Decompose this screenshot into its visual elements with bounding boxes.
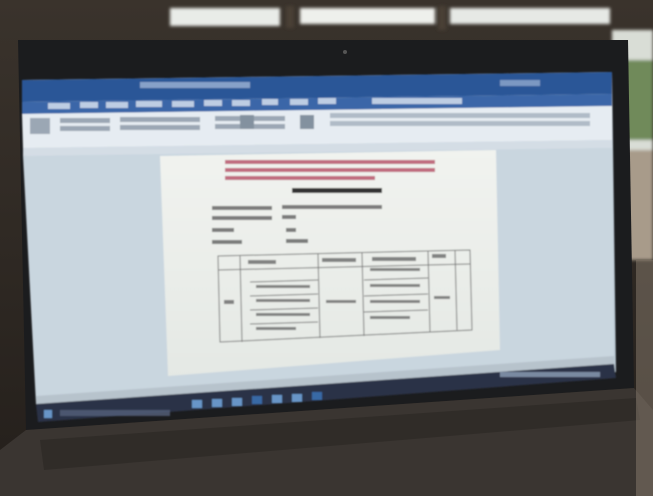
document-page [160,150,500,376]
right-wall [636,260,653,496]
laptop-screen [22,72,616,422]
webcam [343,50,347,54]
photo-scene [0,0,653,496]
